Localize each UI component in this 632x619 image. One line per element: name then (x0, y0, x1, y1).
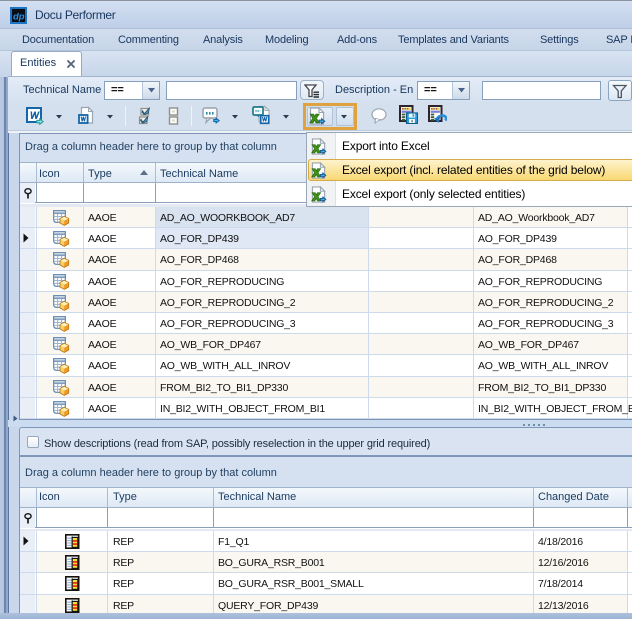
svg-text:dp: dp (13, 12, 25, 23)
